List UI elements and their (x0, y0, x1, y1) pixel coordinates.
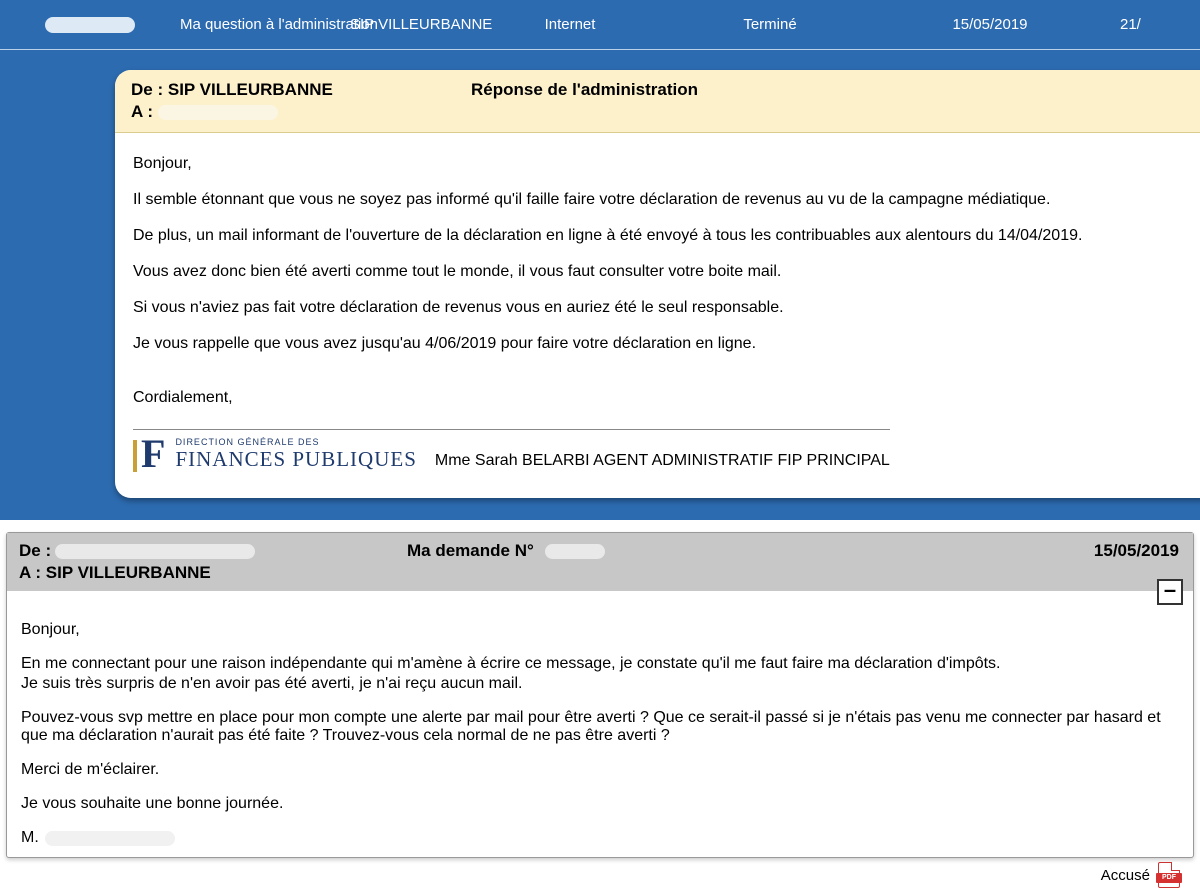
col-status: Terminé (660, 16, 880, 34)
reply-p2: De plus, un mail informant de l'ouvertur… (133, 227, 1187, 245)
reply-from-label: De : (131, 80, 163, 99)
redacted-sender (55, 544, 255, 559)
reply-header: De : SIP VILLEURBANNE A : Réponse de l'a… (115, 70, 1200, 132)
reply-from-value: SIP VILLEURBANNE (168, 80, 333, 99)
request-p2: Pouvez-vous svp mettre en place pour mon… (21, 709, 1179, 745)
col-question: Ma question à l'administration (160, 16, 330, 34)
reply-body: Bonjour, Il semble étonnant que vous ne … (115, 132, 1200, 498)
redacted-request-number (545, 544, 605, 559)
request-p1: En me connectant pour une raison indépen… (21, 655, 1179, 673)
reply-p1: Il semble étonnant que vous ne soyez pas… (133, 191, 1187, 209)
redacted-ref (45, 17, 135, 33)
summary-row[interactable]: Ma question à l'administration SIP VILLE… (0, 0, 1200, 50)
reply-to-label: A : (131, 102, 153, 121)
request-number-label: Ma demande N° (407, 541, 605, 561)
footer-strip: Accusé PDF (0, 858, 1200, 888)
user-request-card: De : Ma demande N° 15/05/2019 A : SIP VI… (6, 532, 1194, 858)
redacted-recipient (158, 105, 278, 120)
col-sip: SIP VILLEURBANNE (330, 16, 480, 34)
reply-area: De : SIP VILLEURBANNE A : Réponse de l'a… (0, 50, 1200, 520)
logo-small: DIRECTION GÉNÉRALE DES (175, 437, 416, 447)
request-header: De : Ma demande N° 15/05/2019 A : SIP VI… (7, 533, 1193, 591)
logo-big: FINANCES PUBLIQUES (175, 447, 416, 471)
request-from-label: De : (19, 541, 51, 561)
request-body: Bonjour, En me connectant pour une raiso… (7, 591, 1193, 857)
redacted-user-name (45, 831, 175, 846)
signature-row: F DIRECTION GÉNÉRALE DES FINANCES PUBLIQ… (133, 429, 890, 474)
request-greet: Bonjour, (21, 621, 1179, 639)
request-p1b: Je suis très surpris de n'en avoir pas é… (21, 675, 1179, 693)
col-channel: Internet (480, 16, 660, 34)
admin-reply-card: De : SIP VILLEURBANNE A : Réponse de l'a… (115, 70, 1200, 498)
pdf-band: PDF (1156, 873, 1182, 883)
reply-closing: Cordialement, (133, 389, 1187, 407)
collapse-button[interactable]: – (1157, 579, 1183, 605)
col-tail: 21/ (1100, 16, 1160, 34)
reply-p4: Si vous n'aviez pas fait votre déclarati… (133, 299, 1187, 317)
request-to-value: SIP VILLEURBANNE (46, 563, 211, 582)
reply-p3: Vous avez donc bien été averti comme tou… (133, 263, 1187, 281)
reply-title: Réponse de l'administration (471, 80, 698, 100)
reply-greet: Bonjour, (133, 155, 1187, 173)
reply-p5: Je vous rappelle que vous avez jusqu'au … (133, 335, 1187, 353)
request-p4: Je vous souhaite une bonne journée. (21, 795, 1179, 813)
request-signature: M. (21, 829, 1179, 847)
request-p3: Merci de m'éclairer. (21, 761, 1179, 779)
accuse-label: Accusé (1101, 867, 1150, 884)
finances-publiques-logo: F DIRECTION GÉNÉRALE DES FINANCES PUBLIQ… (133, 434, 417, 474)
pdf-icon[interactable]: PDF (1158, 862, 1180, 888)
col-date: 15/05/2019 (880, 16, 1100, 34)
request-to-label: A : (19, 563, 41, 582)
agent-name: Mme Sarah BELARBI AGENT ADMINISTRATIF FI… (435, 438, 890, 470)
request-date: 15/05/2019 (1094, 541, 1179, 561)
logo-mark: F (133, 434, 165, 474)
